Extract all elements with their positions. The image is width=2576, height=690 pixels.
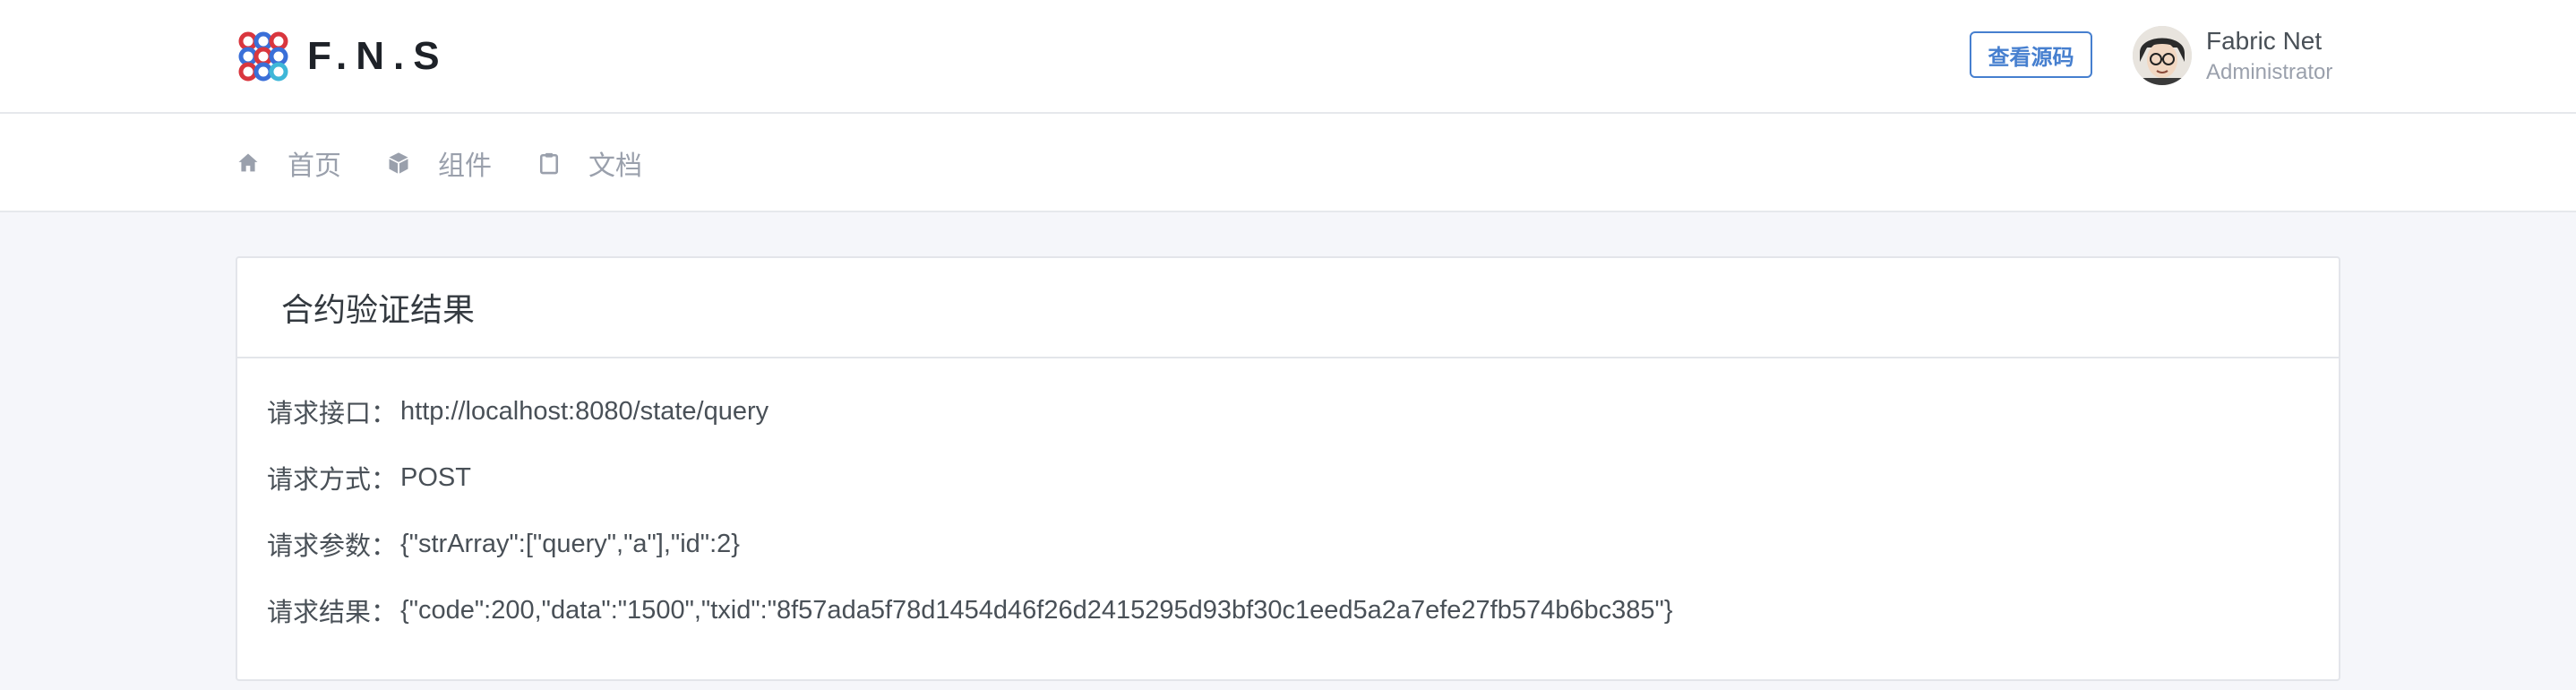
box-icon [389,152,408,174]
user-name[interactable]: Fabric Net [2206,25,2322,57]
request-endpoint-row: 请求接口： http://localhost:8080/state/query [267,378,2339,444]
card-title: 合约验证结果 [281,291,476,328]
request-method-row: 请求方式： POST [267,444,2339,511]
clipboard-icon [539,152,559,175]
avatar-image-icon [2133,26,2192,85]
row-label: 请求参数： [267,532,398,561]
row-label: 请求方式： [267,466,398,495]
nav-item-label: 组件 [438,151,492,181]
nav-item-docs[interactable]: 文档 [537,143,642,183]
row-value: {"strArray":["query","a"],"id":2} [400,529,740,558]
nav-item-components[interactable]: 组件 [386,143,492,183]
view-source-button[interactable]: 查看源码 [1970,31,2092,78]
row-label: 请求接口： [267,400,398,428]
main-nav: 首页 组件 文档 [0,114,2576,212]
nav-item-label: 首页 [288,151,341,181]
brand-logo-icon [238,31,288,82]
result-card: 合约验证结果 请求接口： http://localhost:8080/state… [236,256,2340,681]
brand[interactable]: F.N.S [236,28,449,85]
row-label: 请求结果： [267,599,398,627]
request-params-row: 请求参数： {"strArray":["query","a"],"id":2} [267,511,2339,577]
row-value: http://localhost:8080/state/query [400,396,769,426]
brand-name: F.N.S [307,34,449,78]
avatar[interactable] [2133,26,2192,85]
home-icon [238,153,258,172]
user-role: Administrator [2206,60,2333,84]
card-body: 请求接口： http://localhost:8080/state/query … [237,358,2339,643]
row-value: POST [400,462,471,492]
request-result-row: 请求结果： {"code":200,"data":"1500","txid":"… [267,577,2339,643]
top-header: F.N.S 查看源码 Fabric Net Administrator [0,0,2576,114]
row-value: {"code":200,"data":"1500","txid":"8f57ad… [400,595,1673,625]
card-header: 合约验证结果 [237,258,2339,358]
nav-item-label: 文档 [588,151,642,181]
nav-item-home[interactable]: 首页 [236,143,341,183]
